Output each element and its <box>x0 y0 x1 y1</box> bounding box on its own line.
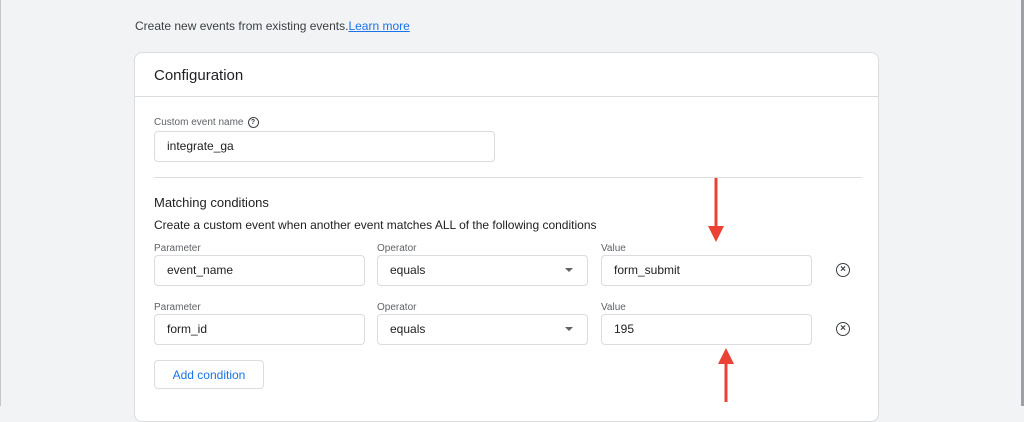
operator-select[interactable]: equals <box>377 255 588 286</box>
configuration-card: Configuration Custom event name? integra… <box>134 52 879 422</box>
card-title: Configuration <box>154 67 244 84</box>
learn-more-link[interactable]: Learn more <box>348 19 409 33</box>
intro-text: Create new events from existing events.L… <box>135 19 410 33</box>
intro-description: Create new events from existing events. <box>135 19 349 33</box>
matching-conditions-description: Create a custom event when another event… <box>154 218 597 232</box>
card-divider <box>135 96 878 97</box>
parameter-input[interactable]: event_name <box>154 255 365 286</box>
custom-event-name-input[interactable]: integrate_ga <box>154 131 495 162</box>
matching-conditions-title: Matching conditions <box>154 195 269 210</box>
value-input[interactable]: 195 <box>601 314 812 345</box>
operator-value: equals <box>390 322 426 336</box>
parameter-label: Parameter <box>154 243 201 254</box>
parameter-label: Parameter <box>154 302 201 313</box>
add-condition-button[interactable]: Add condition <box>154 360 264 389</box>
custom-event-name-label: Custom event name? <box>154 117 259 128</box>
custom-event-name-label-text: Custom event name <box>154 117 244 129</box>
parameter-input[interactable]: form_id <box>154 314 365 345</box>
red-arrow-up-icon <box>718 348 734 402</box>
value-label: Value <box>601 243 626 254</box>
operator-label: Operator <box>377 302 417 313</box>
help-icon[interactable]: ? <box>247 117 259 128</box>
remove-condition-icon[interactable]: × <box>836 263 850 277</box>
operator-select[interactable]: equals <box>377 314 588 345</box>
value-label: Value <box>601 302 626 313</box>
operator-value: equals <box>390 263 426 277</box>
remove-condition-icon[interactable]: × <box>836 322 850 336</box>
value-input[interactable]: form_submit <box>601 255 812 286</box>
chevron-down-icon <box>565 268 573 272</box>
chevron-down-icon <box>565 327 573 331</box>
window-left-edge <box>0 0 1 406</box>
section-divider <box>154 177 862 178</box>
operator-label: Operator <box>377 243 417 254</box>
red-arrow-down-icon <box>708 178 724 242</box>
